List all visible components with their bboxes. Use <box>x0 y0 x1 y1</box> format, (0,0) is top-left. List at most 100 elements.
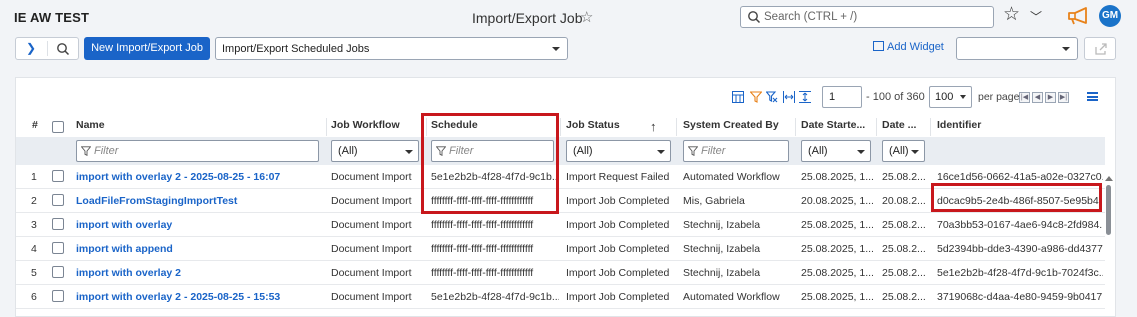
schedule-cell: ffffffff-ffff-ffff-ffff-ffffffffffff <box>431 195 534 207</box>
caret-down-icon <box>657 150 665 154</box>
column-header-schedule[interactable]: Schedule <box>431 116 551 138</box>
column-divider <box>795 118 796 136</box>
schedule-filter-input[interactable]: Filter <box>431 140 554 162</box>
job-name-link[interactable]: LoadFileFromStagingImportTest <box>76 195 321 207</box>
name-filter-input[interactable]: Filter <box>76 140 319 162</box>
job-workflow-cell: Document Import <box>331 171 412 183</box>
date-filter-select[interactable]: (All) <box>882 140 925 162</box>
expand-chevron-right-icon[interactable]: ❯ <box>26 41 36 55</box>
job-status-filter-select[interactable]: (All) <box>566 140 671 162</box>
export-button[interactable] <box>1084 37 1116 60</box>
row-number: 3 <box>31 219 37 231</box>
created-by-filter-input[interactable]: Filter <box>683 140 789 162</box>
fit-columns-icon[interactable] <box>783 91 795 103</box>
job-name-link[interactable]: import with overlay 2 <box>76 267 321 279</box>
column-chooser-icon[interactable] <box>732 91 744 103</box>
created-by-cell: Stechnij, Izabela <box>683 243 761 255</box>
job-name-link[interactable]: import with overlay 2 - 2025-08-25 - 16:… <box>76 171 321 183</box>
view-select[interactable]: Import/Export Scheduled Jobs <box>215 37 568 60</box>
schedule-filter-placeholder: Filter <box>449 145 474 157</box>
previous-page-icon[interactable]: ◀ <box>1032 92 1043 103</box>
column-divider <box>326 118 327 136</box>
job-status-cell: Import Job Completed <box>566 291 670 303</box>
announcements-megaphone-icon[interactable] <box>1066 6 1092 26</box>
scroll-thumb[interactable] <box>1106 185 1111 235</box>
table-row[interactable]: 1 import with overlay 2 - 2025-08-25 - 1… <box>16 165 1105 189</box>
date-started-cell: 25.08.2025, 1... <box>801 267 874 279</box>
grid-scrollbar[interactable] <box>1103 173 1113 310</box>
global-search-input[interactable]: Search (CTRL + /) <box>740 6 994 28</box>
per-page-select[interactable]: 100 <box>929 86 972 108</box>
row-checkbox[interactable] <box>52 170 64 182</box>
date-cell: 25.08.2... <box>882 219 926 231</box>
column-header-job-status[interactable]: Job Status <box>566 116 646 138</box>
row-checkbox[interactable] <box>52 266 64 278</box>
app-title: IE AW TEST <box>14 10 90 25</box>
column-header-date-started[interactable]: Date Starte... <box>801 116 876 138</box>
date-cell: 25.08.2... <box>882 243 926 255</box>
table-row[interactable]: 6 import with overlay 2 - 2025-08-25 - 1… <box>16 285 1105 309</box>
job-status-filter-value: (All) <box>573 145 593 157</box>
row-number: 6 <box>31 291 37 303</box>
row-checkbox[interactable] <box>52 290 64 302</box>
table-row[interactable]: 5 import with overlay 2 Document Import … <box>16 261 1105 285</box>
clear-filter-icon[interactable] <box>766 91 778 103</box>
search-placeholder: Search (CTRL + /) <box>764 11 858 23</box>
created-by-cell: Mis, Gabriela <box>683 195 745 207</box>
widget-select[interactable] <box>956 37 1078 60</box>
row-number: 1 <box>31 171 37 183</box>
identifier-cell: 3719068c-d4aa-4e80-9459-9b0417... <box>937 291 1103 303</box>
job-workflow-cell: Document Import <box>331 243 412 255</box>
row-checkbox[interactable] <box>52 218 64 230</box>
row-height-icon[interactable] <box>799 91 811 103</box>
schedule-cell: ffffffff-ffff-ffff-ffff-ffffffffffff <box>431 219 534 231</box>
select-all-checkbox[interactable] <box>52 121 64 133</box>
favorite-page-star-icon[interactable]: ☆ <box>580 8 593 26</box>
scroll-up-icon[interactable] <box>1105 176 1113 181</box>
next-page-icon[interactable]: ▶ <box>1045 92 1056 103</box>
identifier-cell: d0cac9b5-2e4b-486f-8507-5e95b4... <box>937 195 1100 207</box>
date-started-filter-select[interactable]: (All) <box>801 140 871 162</box>
favorites-chevron-down-icon[interactable]: ﹀ <box>1030 8 1042 25</box>
column-header-num: # <box>32 119 38 131</box>
created-by-cell: Stechnij, Izabela <box>683 267 761 279</box>
job-workflow-cell: Document Import <box>331 219 412 231</box>
schedule-cell: ffffffff-ffff-ffff-ffff-ffffffffffff <box>431 243 534 255</box>
first-page-icon[interactable]: |◀ <box>1019 92 1030 103</box>
column-header-date[interactable]: Date ... <box>882 116 927 138</box>
column-header-job-workflow[interactable]: Job Workflow <box>331 116 426 138</box>
filter-icon[interactable] <box>750 91 762 103</box>
job-name-link[interactable]: import with append <box>76 243 321 255</box>
table-row[interactable]: 4 import with append Document Import fff… <box>16 237 1105 261</box>
column-header-name[interactable]: Name <box>76 116 316 138</box>
add-widget-link[interactable]: Add Widget <box>873 41 944 53</box>
date-started-cell: 20.08.2025, 1... <box>801 195 874 207</box>
job-name-link[interactable]: import with overlay 2 - 2025-08-25 - 15:… <box>76 291 321 303</box>
grid-menu-icon[interactable] <box>1087 92 1098 101</box>
table-row[interactable]: 3 import with overlay Document Import ff… <box>16 213 1105 237</box>
page-number-input[interactable]: 1 <box>822 86 862 108</box>
sort-ascending-arrow-icon[interactable]: ↑ <box>650 116 662 138</box>
last-page-icon[interactable]: ▶| <box>1058 92 1069 103</box>
row-checkbox[interactable] <box>52 242 64 254</box>
created-by-cell: Automated Workflow <box>683 171 780 183</box>
column-header-identifier[interactable]: Identifier <box>937 116 1097 138</box>
identifier-cell: 16ce1d56-0662-41a5-a02e-0327c0... <box>937 171 1103 183</box>
identifier-cell: 5d2394bb-dde3-4390-a986-dd4377... <box>937 243 1103 255</box>
job-name-link[interactable]: import with overlay <box>76 219 321 231</box>
caret-down-icon <box>911 150 919 154</box>
job-workflow-filter-select[interactable]: (All) <box>331 140 419 162</box>
user-avatar[interactable]: GM <box>1099 5 1121 27</box>
column-divider <box>876 118 877 136</box>
column-header-system-created-by[interactable]: System Created By <box>683 116 793 138</box>
job-workflow-cell: Document Import <box>331 195 412 207</box>
new-import-export-job-button[interactable]: New Import/Export Job <box>84 37 210 60</box>
widget-icon <box>873 41 884 51</box>
divider <box>47 41 48 56</box>
search-icon[interactable] <box>56 42 70 56</box>
column-divider <box>560 118 561 136</box>
favorites-star-icon[interactable]: ☆ <box>1003 5 1020 24</box>
created-by-cell: Automated Workflow <box>683 291 780 303</box>
row-checkbox[interactable] <box>52 194 64 206</box>
table-row[interactable]: 2 LoadFileFromStagingImportTest Document… <box>16 189 1105 213</box>
